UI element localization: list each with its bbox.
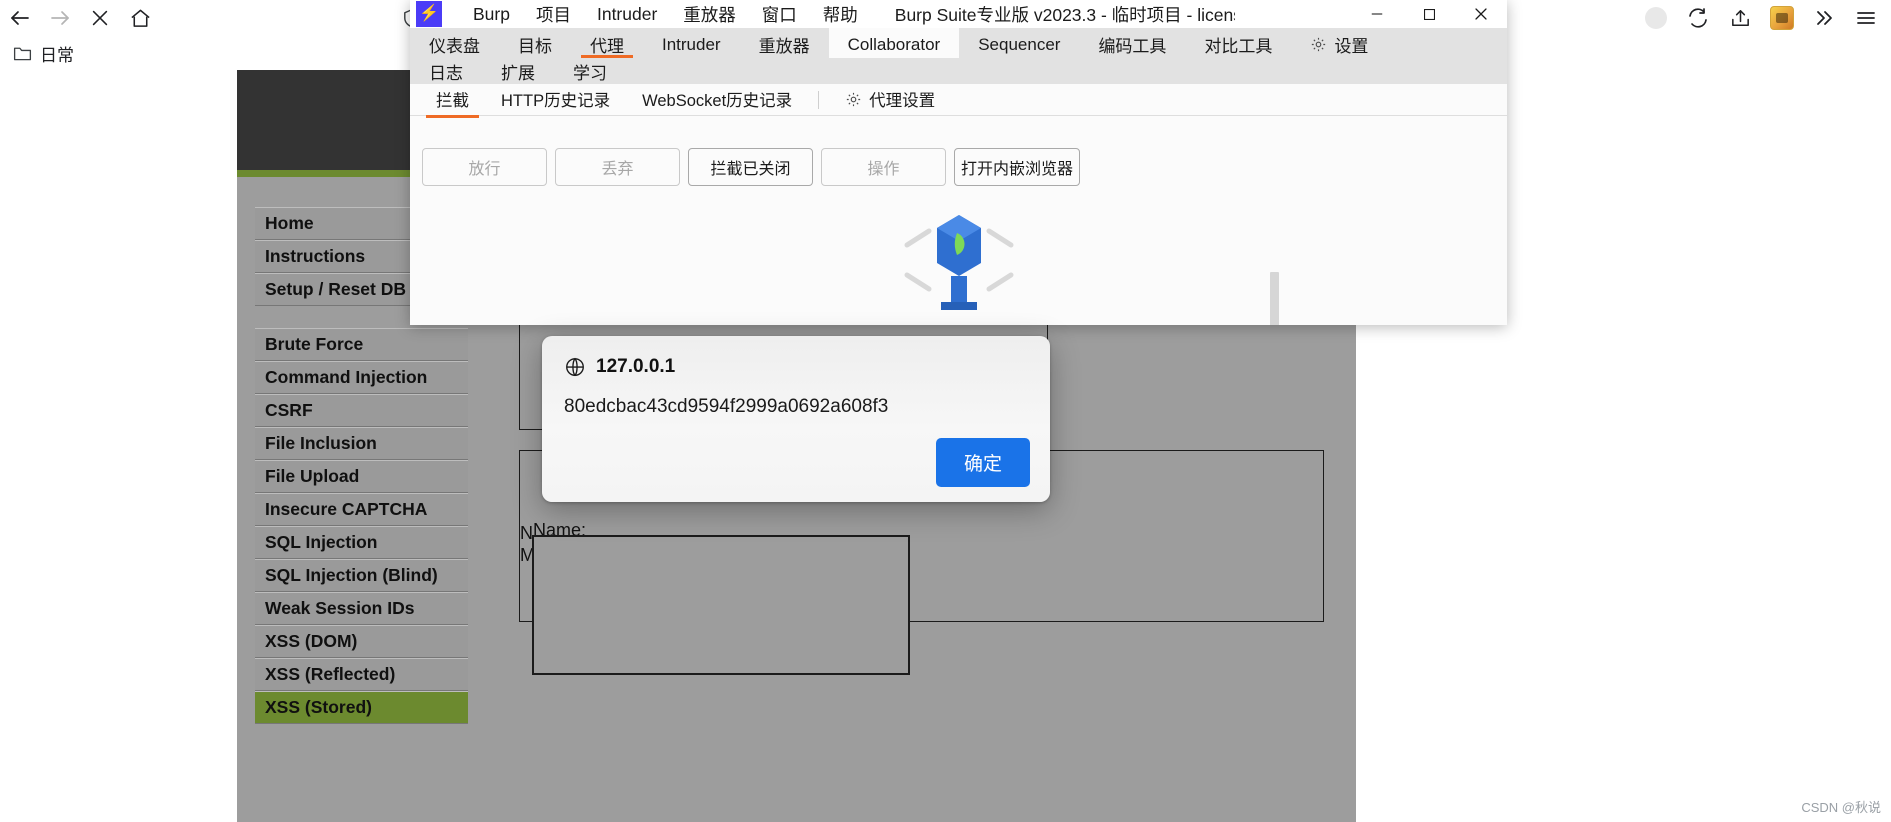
tab-logger[interactable]: 日志 xyxy=(410,58,482,84)
intercept-toggle-button[interactable]: 拦截已关闭 xyxy=(688,148,813,186)
alert-dialog: 127.0.0.1 80edcbac43cd9594f2999a0692a608… xyxy=(542,336,1050,502)
tab-sequencer[interactable]: Sequencer xyxy=(959,28,1079,58)
tab-learn[interactable]: 学习 xyxy=(554,58,626,84)
home-button[interactable] xyxy=(120,0,160,36)
watermark-text: CSDN @秋说 xyxy=(1801,800,1881,815)
menu-help[interactable]: 帮助 xyxy=(810,0,871,29)
burp-main-tabs: 仪表盘 目标 代理 Intruder 重放器 Collaborator Sequ… xyxy=(410,28,1507,84)
sidebar-item-command-injection[interactable]: Command Injection xyxy=(255,361,468,394)
tab-settings[interactable]: 设置 xyxy=(1291,28,1387,58)
sidebar-item-sql-injection-blind[interactable]: SQL Injection (Blind) xyxy=(255,559,468,592)
subtab-proxy-settings-label: 代理设置 xyxy=(869,92,936,110)
refresh-icon[interactable] xyxy=(1679,0,1717,36)
menu-burp[interactable]: Burp xyxy=(460,2,523,27)
burp-tab-row-secondary: 日志 扩展 学习 xyxy=(410,58,1507,84)
menu-project[interactable]: 项目 xyxy=(523,0,584,29)
sidebar-item-file-inclusion[interactable]: File Inclusion xyxy=(255,427,468,460)
sidebar-item-xss-stored[interactable]: XSS (Stored) xyxy=(255,691,468,724)
forward-button-burp[interactable]: 放行 xyxy=(422,148,547,186)
tab-intruder[interactable]: Intruder xyxy=(643,28,740,58)
toolbar-right-group xyxy=(1637,0,1891,36)
page-left-gutter xyxy=(0,70,237,822)
dialog-host: 127.0.0.1 xyxy=(596,356,676,377)
burp-menu-bar[interactable]: Burp 项目 Intruder 重放器 窗口 帮助 xyxy=(460,0,871,29)
dialog-message: 80edcbac43cd9594f2999a0692a608f3 xyxy=(564,396,889,417)
subtab-websocket-history[interactable]: WebSocket历史记录 xyxy=(626,82,808,117)
folder-icon xyxy=(12,43,33,64)
sidebar-item-insecure-captcha[interactable]: Insecure CAPTCHA xyxy=(255,493,468,526)
globe-icon xyxy=(564,356,586,378)
extension-icon[interactable] xyxy=(1763,0,1801,36)
tab-dashboard[interactable]: 仪表盘 xyxy=(410,28,499,58)
name-input[interactable] xyxy=(532,535,910,675)
sidebar-item-xss-dom[interactable]: XSS (DOM) xyxy=(255,625,468,658)
burp-bolt-icon: ⚡ xyxy=(416,1,442,27)
vertical-scrollbar[interactable] xyxy=(1270,272,1279,325)
bookmark-item-daily[interactable]: 日常 xyxy=(40,41,74,66)
gear-icon xyxy=(845,91,862,108)
stop-button[interactable] xyxy=(80,0,120,36)
tab-comparer[interactable]: 对比工具 xyxy=(1185,28,1291,58)
subtab-divider xyxy=(818,90,820,109)
minimize-icon[interactable] xyxy=(1351,0,1403,28)
maximize-icon[interactable] xyxy=(1403,0,1455,28)
intercept-empty-state xyxy=(410,186,1507,325)
sidebar-item-file-upload[interactable]: File Upload xyxy=(255,460,468,493)
hamburger-menu-icon[interactable] xyxy=(1847,0,1885,36)
chevron-double-right-icon[interactable] xyxy=(1805,0,1843,36)
proxy-subtab-bar: 拦截 HTTP历史记录 WebSocket历史记录 代理设置 xyxy=(410,82,1507,118)
sidebar-item-brute-force[interactable]: Brute Force xyxy=(255,328,468,361)
window-controls xyxy=(1351,0,1507,28)
menu-repeater[interactable]: 重放器 xyxy=(670,0,749,29)
drop-button[interactable]: 丢弃 xyxy=(555,148,680,186)
back-button[interactable] xyxy=(0,0,40,36)
open-browser-button[interactable]: 打开内嵌浏览器 xyxy=(954,148,1080,186)
close-icon[interactable] xyxy=(1455,0,1507,28)
subtab-intercept[interactable]: 拦截 xyxy=(420,82,485,118)
sidebar-item-weak-session-ids[interactable]: Weak Session IDs xyxy=(255,592,468,625)
burp-suite-window: ⚡ Burp 项目 Intruder 重放器 窗口 帮助 Burp Suite专… xyxy=(410,0,1507,325)
profile-avatar[interactable] xyxy=(1637,0,1675,36)
tab-extensions[interactable]: 扩展 xyxy=(482,58,554,84)
tab-proxy[interactable]: 代理 xyxy=(571,28,643,58)
tab-collaborator[interactable]: Collaborator xyxy=(828,28,960,58)
subtab-http-history[interactable]: HTTP历史记录 xyxy=(485,82,626,117)
menu-intruder[interactable]: Intruder xyxy=(584,2,670,27)
tab-decoder[interactable]: 编码工具 xyxy=(1079,28,1185,58)
forward-button[interactable] xyxy=(40,0,80,36)
burp-title-bar: ⚡ Burp 项目 Intruder 重放器 窗口 帮助 Burp Suite专… xyxy=(410,0,1507,28)
screen: Home Instructions Setup / Reset DB Brute… xyxy=(0,0,1891,822)
action-button[interactable]: 操作 xyxy=(821,148,946,186)
sidebar-item-xss-reflected[interactable]: XSS (Reflected) xyxy=(255,658,468,691)
burp-proxy-panel: 拦截 HTTP历史记录 WebSocket历史记录 代理设置 放行 丢弃 拦截已… xyxy=(410,84,1507,325)
intercept-button-row: 放行 丢弃 拦截已关闭 操作 打开内嵌浏览器 xyxy=(410,116,1507,186)
gear-icon xyxy=(1310,36,1327,53)
share-icon[interactable] xyxy=(1721,0,1759,36)
tab-target[interactable]: 目标 xyxy=(499,28,571,58)
sidebar-item-sql-injection[interactable]: SQL Injection xyxy=(255,526,468,559)
dialog-host-row: 127.0.0.1 xyxy=(542,336,1050,378)
burp-watermark-icon xyxy=(904,215,1013,310)
burp-window-title: Burp Suite专业版 v2023.3 - 临时项目 - licensed … xyxy=(894,4,1235,25)
tab-settings-label: 设置 xyxy=(1334,37,1369,56)
menu-window[interactable]: 窗口 xyxy=(749,0,810,29)
dialog-ok-button[interactable]: 确定 xyxy=(935,438,1030,487)
burp-tab-row-primary: 仪表盘 目标 代理 Intruder 重放器 Collaborator Sequ… xyxy=(410,28,1507,58)
sidebar-item-csrf[interactable]: CSRF xyxy=(255,394,468,427)
subtab-proxy-settings[interactable]: 代理设置 xyxy=(829,82,951,117)
tab-repeater[interactable]: 重放器 xyxy=(740,28,829,58)
